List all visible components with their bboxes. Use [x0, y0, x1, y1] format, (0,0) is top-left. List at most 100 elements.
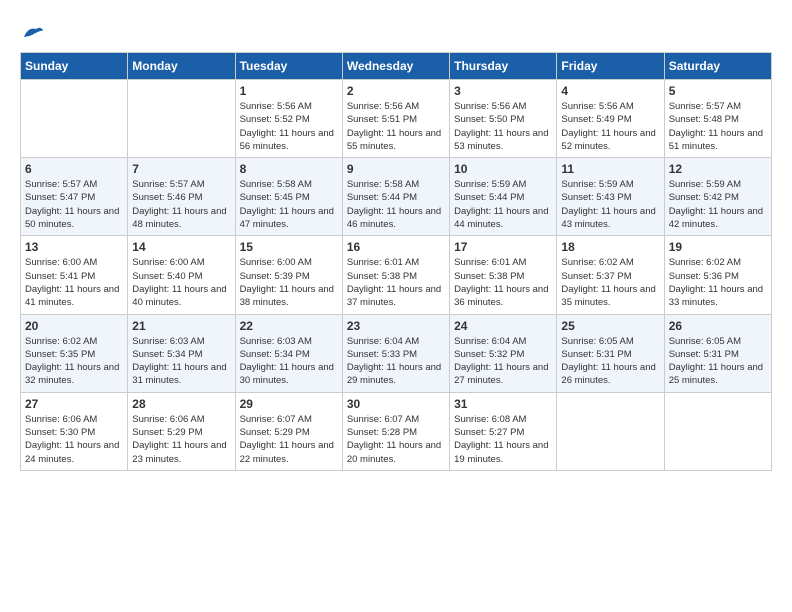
calendar-cell: 6 Sunrise: 5:57 AM Sunset: 5:47 PM Daylig…	[21, 158, 128, 236]
weekday-header-saturday: Saturday	[664, 53, 771, 80]
day-info: Sunrise: 5:58 AM Sunset: 5:44 PM Dayligh…	[347, 178, 445, 231]
day-info: Sunrise: 6:08 AM Sunset: 5:27 PM Dayligh…	[454, 413, 552, 466]
day-info: Sunrise: 5:59 AM Sunset: 5:42 PM Dayligh…	[669, 178, 767, 231]
calendar-cell: 21 Sunrise: 6:03 AM Sunset: 5:34 PM Dayli…	[128, 314, 235, 392]
calendar-cell: 26Sunrise: 6:05 AM Sunset: 5:31 PM Dayli…	[664, 314, 771, 392]
day-number: 16	[347, 240, 445, 254]
calendar-cell: 4 Sunrise: 5:56 AM Sunset: 5:49 PM Daylig…	[557, 80, 664, 158]
day-number: 27	[25, 397, 123, 411]
day-info: Sunrise: 5:56 AM Sunset: 5:50 PM Dayligh…	[454, 100, 552, 153]
calendar-cell: 30 Sunrise: 6:07 AM Sunset: 5:28 PM Dayli…	[342, 392, 449, 470]
calendar-week-5: 27 Sunrise: 6:06 AM Sunset: 5:30 PM Dayli…	[21, 392, 772, 470]
day-info: Sunrise: 6:07 AM Sunset: 5:28 PM Dayligh…	[347, 413, 445, 466]
day-number: 29	[240, 397, 338, 411]
calendar-week-3: 13Sunrise: 6:00 AM Sunset: 5:41 PM Dayli…	[21, 236, 772, 314]
day-number: 6	[25, 162, 123, 176]
day-number: 8	[240, 162, 338, 176]
calendar-cell: 12 Sunrise: 5:59 AM Sunset: 5:42 PM Dayli…	[664, 158, 771, 236]
day-info: Sunrise: 6:03 AM Sunset: 5:34 PM Dayligh…	[132, 335, 230, 388]
day-number: 21	[132, 319, 230, 333]
calendar-cell	[557, 392, 664, 470]
calendar-cell: 11 Sunrise: 5:59 AM Sunset: 5:43 PM Dayli…	[557, 158, 664, 236]
day-info: Sunrise: 5:57 AM Sunset: 5:47 PM Dayligh…	[25, 178, 123, 231]
day-info: Sunrise: 6:00 AM Sunset: 5:41 PM Dayligh…	[25, 256, 123, 309]
day-number: 26	[669, 319, 767, 333]
calendar-cell: 7Sunrise: 5:57 AM Sunset: 5:46 PM Daylig…	[128, 158, 235, 236]
day-number: 12	[669, 162, 767, 176]
calendar-cell	[664, 392, 771, 470]
weekday-header-tuesday: Tuesday	[235, 53, 342, 80]
day-number: 24	[454, 319, 552, 333]
calendar-week-4: 20 Sunrise: 6:02 AM Sunset: 5:35 PM Dayli…	[21, 314, 772, 392]
calendar-week-1: 1 Sunrise: 5:56 AM Sunset: 5:52 PM Daylig…	[21, 80, 772, 158]
day-number: 1	[240, 84, 338, 98]
day-number: 3	[454, 84, 552, 98]
calendar-cell	[128, 80, 235, 158]
weekday-header-wednesday: Wednesday	[342, 53, 449, 80]
calendar-cell: 15 Sunrise: 6:00 AM Sunset: 5:39 PM Dayli…	[235, 236, 342, 314]
day-info: Sunrise: 6:05 AM Sunset: 5:31 PM Dayligh…	[561, 335, 659, 388]
calendar-cell: 17 Sunrise: 6:01 AM Sunset: 5:38 PM Dayli…	[450, 236, 557, 314]
page-header	[20, 20, 772, 42]
day-info: Sunrise: 5:56 AM Sunset: 5:52 PM Dayligh…	[240, 100, 338, 153]
weekday-header-sunday: Sunday	[21, 53, 128, 80]
day-info: Sunrise: 5:56 AM Sunset: 5:51 PM Dayligh…	[347, 100, 445, 153]
day-number: 28	[132, 397, 230, 411]
calendar-cell: 29 Sunrise: 6:07 AM Sunset: 5:29 PM Dayli…	[235, 392, 342, 470]
day-info: Sunrise: 6:01 AM Sunset: 5:38 PM Dayligh…	[454, 256, 552, 309]
calendar-cell: 18 Sunrise: 6:02 AM Sunset: 5:37 PM Dayli…	[557, 236, 664, 314]
day-info: Sunrise: 5:58 AM Sunset: 5:45 PM Dayligh…	[240, 178, 338, 231]
day-number: 11	[561, 162, 659, 176]
day-info: Sunrise: 6:02 AM Sunset: 5:36 PM Dayligh…	[669, 256, 767, 309]
calendar-cell: 8 Sunrise: 5:58 AM Sunset: 5:45 PM Daylig…	[235, 158, 342, 236]
weekday-header-monday: Monday	[128, 53, 235, 80]
day-info: Sunrise: 6:06 AM Sunset: 5:30 PM Dayligh…	[25, 413, 123, 466]
calendar-cell: 20 Sunrise: 6:02 AM Sunset: 5:35 PM Dayli…	[21, 314, 128, 392]
day-number: 30	[347, 397, 445, 411]
day-info: Sunrise: 5:59 AM Sunset: 5:43 PM Dayligh…	[561, 178, 659, 231]
day-number: 14	[132, 240, 230, 254]
day-info: Sunrise: 6:07 AM Sunset: 5:29 PM Dayligh…	[240, 413, 338, 466]
calendar-cell: 27 Sunrise: 6:06 AM Sunset: 5:30 PM Dayli…	[21, 392, 128, 470]
day-info: Sunrise: 5:59 AM Sunset: 5:44 PM Dayligh…	[454, 178, 552, 231]
day-info: Sunrise: 5:56 AM Sunset: 5:49 PM Dayligh…	[561, 100, 659, 153]
day-number: 20	[25, 319, 123, 333]
day-number: 19	[669, 240, 767, 254]
calendar-cell: 5Sunrise: 5:57 AM Sunset: 5:48 PM Daylig…	[664, 80, 771, 158]
day-number: 18	[561, 240, 659, 254]
calendar-table: SundayMondayTuesdayWednesdayThursdayFrid…	[20, 52, 772, 471]
day-number: 31	[454, 397, 552, 411]
day-number: 15	[240, 240, 338, 254]
day-number: 10	[454, 162, 552, 176]
calendar-cell: 24 Sunrise: 6:04 AM Sunset: 5:32 PM Dayli…	[450, 314, 557, 392]
calendar-cell: 14Sunrise: 6:00 AM Sunset: 5:40 PM Dayli…	[128, 236, 235, 314]
calendar-cell: 31 Sunrise: 6:08 AM Sunset: 5:27 PM Dayli…	[450, 392, 557, 470]
day-number: 7	[132, 162, 230, 176]
calendar-cell: 1 Sunrise: 5:56 AM Sunset: 5:52 PM Daylig…	[235, 80, 342, 158]
day-number: 22	[240, 319, 338, 333]
calendar-week-2: 6 Sunrise: 5:57 AM Sunset: 5:47 PM Daylig…	[21, 158, 772, 236]
day-info: Sunrise: 6:02 AM Sunset: 5:35 PM Dayligh…	[25, 335, 123, 388]
day-info: Sunrise: 5:57 AM Sunset: 5:48 PM Dayligh…	[669, 100, 767, 153]
day-number: 4	[561, 84, 659, 98]
weekday-header-friday: Friday	[557, 53, 664, 80]
day-number: 25	[561, 319, 659, 333]
calendar-cell: 19 Sunrise: 6:02 AM Sunset: 5:36 PM Dayli…	[664, 236, 771, 314]
calendar-cell: 23Sunrise: 6:04 AM Sunset: 5:33 PM Dayli…	[342, 314, 449, 392]
day-info: Sunrise: 6:01 AM Sunset: 5:38 PM Dayligh…	[347, 256, 445, 309]
weekday-header-row: SundayMondayTuesdayWednesdayThursdayFrid…	[21, 53, 772, 80]
calendar-cell: 3 Sunrise: 5:56 AM Sunset: 5:50 PM Daylig…	[450, 80, 557, 158]
calendar-cell: 28Sunrise: 6:06 AM Sunset: 5:29 PM Dayli…	[128, 392, 235, 470]
calendar-cell: 16 Sunrise: 6:01 AM Sunset: 5:38 PM Dayli…	[342, 236, 449, 314]
day-number: 17	[454, 240, 552, 254]
day-number: 23	[347, 319, 445, 333]
day-info: Sunrise: 6:02 AM Sunset: 5:37 PM Dayligh…	[561, 256, 659, 309]
calendar-cell	[21, 80, 128, 158]
calendar-cell: 22Sunrise: 6:03 AM Sunset: 5:34 PM Dayli…	[235, 314, 342, 392]
weekday-header-thursday: Thursday	[450, 53, 557, 80]
day-info: Sunrise: 6:00 AM Sunset: 5:39 PM Dayligh…	[240, 256, 338, 309]
day-info: Sunrise: 6:04 AM Sunset: 5:32 PM Dayligh…	[454, 335, 552, 388]
logo-text	[20, 20, 44, 42]
calendar-cell: 13Sunrise: 6:00 AM Sunset: 5:41 PM Dayli…	[21, 236, 128, 314]
day-number: 2	[347, 84, 445, 98]
